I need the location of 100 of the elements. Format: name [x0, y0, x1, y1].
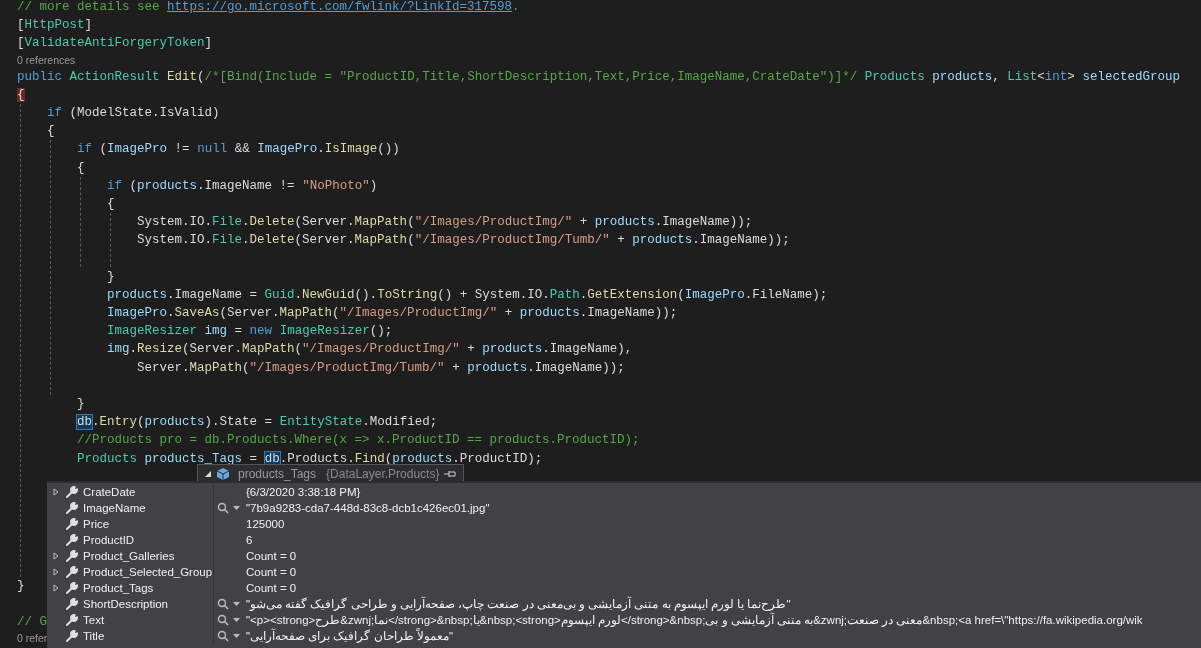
code-text: .Products. [279, 451, 355, 466]
code-text: } [107, 269, 115, 284]
code-text: ( [332, 306, 340, 320]
code-text: . [129, 342, 138, 357]
code-text: } [17, 578, 25, 593]
code-text: (Server. [219, 306, 280, 320]
code-text: ] [204, 36, 213, 51]
reference-highlight: db [264, 451, 280, 466]
caret-icon[interactable] [233, 634, 240, 638]
code-text: = [234, 324, 243, 339]
identifier: ImagePro [107, 306, 168, 320]
string-literal: "/Images/ProductImg/" [414, 215, 573, 230]
code-text: ( [137, 415, 145, 430]
property-value: "<p><strong>طرح&zwnj;نما</strong>&nbsp;یا&nbsp;<strong>لورم ایپسوم</strong>&nbsp;به متنی آزمایشی و بی&zwnj;معنی در صنعت&nbsp;<a href=\"https://fa.wikipedia.org/wik [246, 612, 1143, 628]
method-name: Edit [167, 69, 198, 84]
type-name: List [1007, 69, 1038, 84]
code-text: ) [369, 178, 378, 193]
property-value: Count = 0 [246, 549, 297, 564]
identifier: ImagePro [684, 287, 745, 302]
code-text: .ImageName), [542, 342, 633, 357]
property-value: 125000 [246, 517, 285, 532]
search-icon[interactable] [217, 630, 229, 642]
keyword: if [77, 142, 93, 157]
identifier: img [204, 324, 228, 339]
identifier: products [519, 306, 580, 320]
code-text: . [242, 233, 250, 248]
code-text: + [579, 215, 588, 230]
code-text: ( [677, 287, 685, 302]
references-label[interactable]: 0 references [17, 53, 76, 66]
method-name: ToString [377, 287, 438, 302]
string-literal: "/Images/ProductImg/Tumb/" [249, 360, 445, 375]
expand-arrow-icon[interactable] [53, 584, 59, 592]
identifier: products [144, 415, 205, 430]
type-name: EntityState [279, 415, 363, 430]
code-text: .ImageName)); [692, 233, 790, 248]
expand-arrow-icon[interactable] [53, 488, 59, 496]
code-text: . [242, 215, 250, 230]
code-text: .ImageName != [197, 178, 295, 193]
search-icon[interactable] [217, 502, 229, 514]
wrench-icon [65, 485, 79, 499]
link[interactable]: https://go.microsoft.com/fwlink/?LinkId=317598 [167, 0, 513, 14]
code-text: .ImageName)); [527, 360, 625, 375]
code-text: ()) [377, 142, 400, 157]
wrench-icon [65, 629, 79, 643]
code-text: (Server. [294, 215, 355, 230]
method-name: Delete [249, 215, 295, 230]
code-text: . [167, 306, 175, 320]
code-text: } [77, 396, 85, 411]
string-literal: "NoPhoto" [302, 178, 370, 193]
property-value: "معمولاً طراحان گرافیک برای صفحه‌آرایی" [246, 628, 453, 644]
code-text: .FileName); [744, 287, 828, 302]
code-text: + [504, 306, 513, 320]
identifier: products [594, 215, 655, 230]
type-name: Path [549, 287, 580, 302]
brace-highlight: { [17, 87, 25, 102]
property-name: Price [83, 517, 110, 532]
code-text: { [47, 124, 55, 139]
wrench-icon [65, 597, 79, 611]
code-text: ( [407, 215, 415, 230]
string-literal: "/Images/ProductImg/Tumb/" [414, 233, 610, 248]
code-text: . [92, 415, 100, 430]
type-name: Products [77, 451, 138, 466]
code-text: ( [294, 342, 303, 357]
method-name: MapPath [189, 360, 243, 375]
search-icon[interactable] [217, 598, 229, 610]
keyword: if [47, 105, 63, 120]
method-name: IsImage [324, 142, 378, 157]
code-text: .ProductID); [452, 451, 543, 466]
code-text: ( [407, 233, 415, 248]
property-value: "طرح‌نما یا لورم ایپسوم به متنی آزمایشی و بی‌معنی در صنعت چاپ، صفحه‌آرایی و طراحی گرافیک گفته می‌شو" [246, 596, 791, 612]
code-text: .Modified; [362, 415, 438, 430]
identifier: products [467, 360, 528, 375]
expand-arrow-icon[interactable] [53, 552, 59, 560]
caret-icon[interactable] [233, 618, 240, 622]
expand-arrow-icon[interactable] [53, 568, 59, 576]
code-text: < [1037, 69, 1045, 84]
code-text: + [452, 360, 460, 375]
references-label[interactable]: 0 refer [17, 632, 48, 645]
pin-icon[interactable] [443, 468, 458, 479]
caret-icon[interactable] [233, 602, 240, 606]
type-name: ImageResizer [107, 324, 198, 339]
method-name: NewGuid [302, 287, 355, 302]
code-text: . [317, 142, 325, 157]
code-text: () + System.IO. [437, 287, 550, 302]
search-icon[interactable] [217, 614, 229, 626]
code-comment: // more details see [17, 0, 160, 14]
method-name: MapPath [242, 342, 295, 357]
caret-icon[interactable] [233, 506, 240, 510]
collapse-arrow-icon[interactable] [204, 469, 212, 478]
code-text: System.IO. [137, 233, 213, 248]
code-text: System.IO. [137, 215, 213, 230]
property-name: Title [83, 629, 105, 644]
method-name: SaveAs [174, 306, 220, 320]
code-text: = [249, 451, 258, 466]
variable-name: products_Tags [238, 465, 317, 483]
identifier: ImagePro [107, 142, 168, 157]
identifier: products [932, 69, 993, 84]
code-text: + [617, 233, 625, 248]
wrench-icon [65, 613, 79, 627]
method-name: MapPath [354, 233, 408, 248]
